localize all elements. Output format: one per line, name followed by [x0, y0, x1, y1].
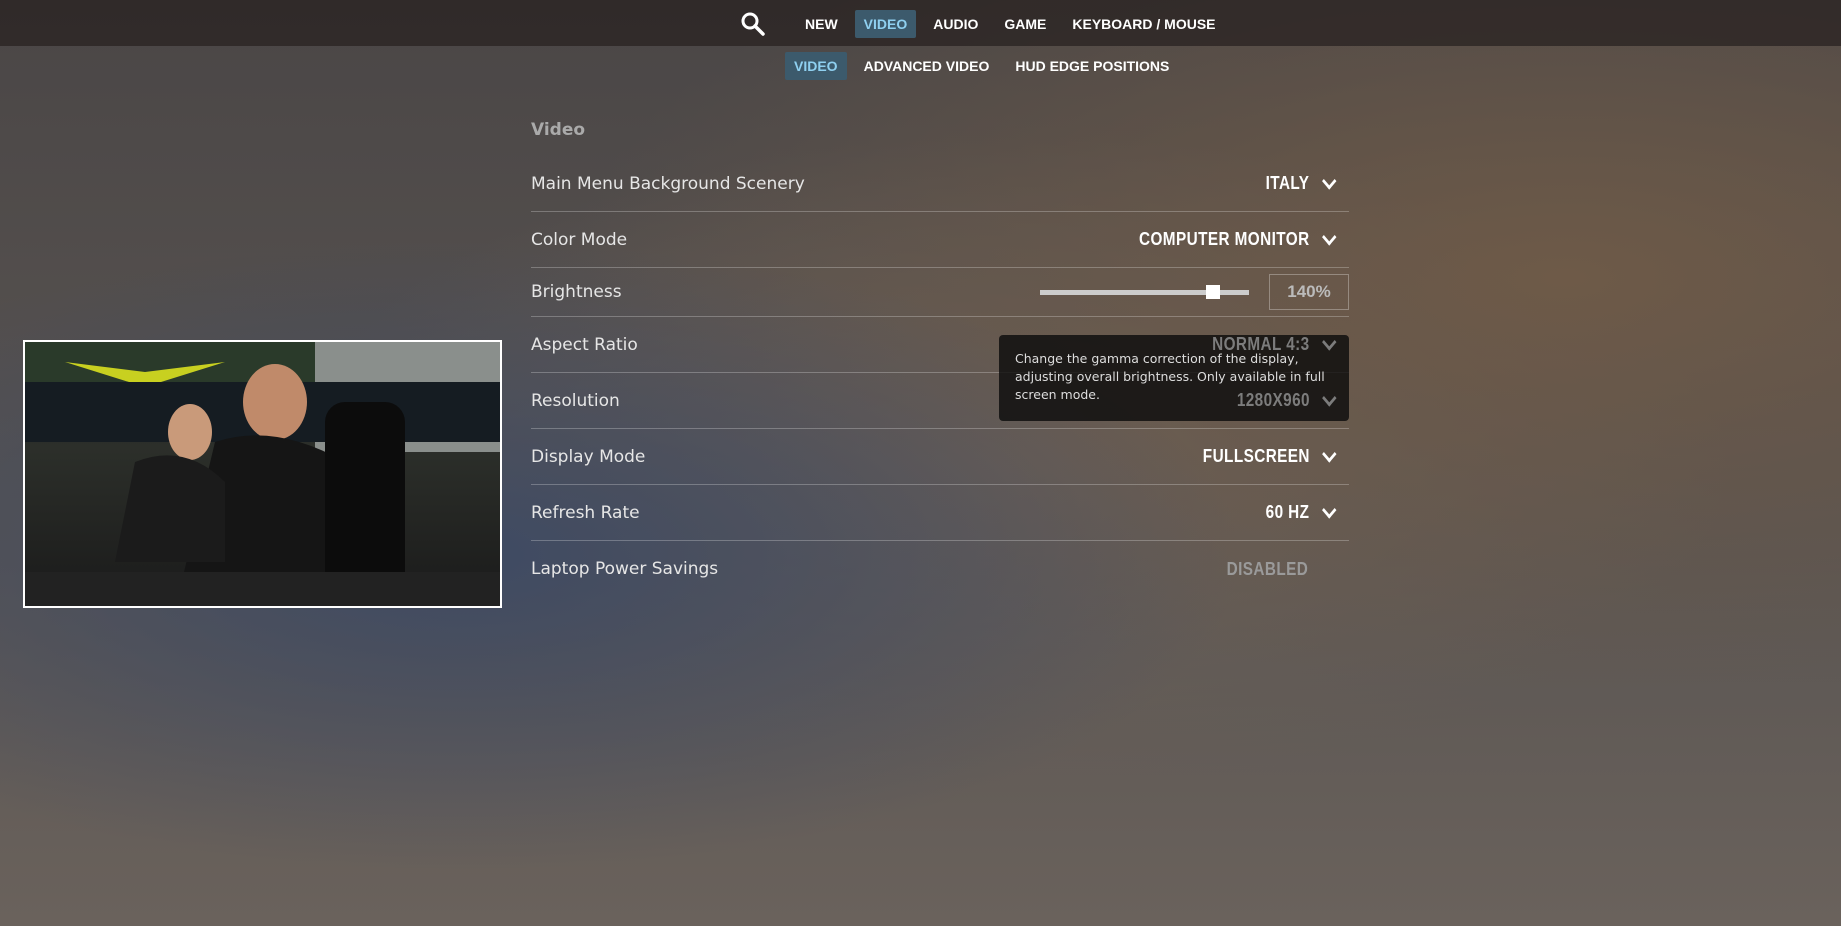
chevron-down-icon — [1322, 389, 1337, 407]
settings-list: Main Menu Background Scenery ITALY Color… — [531, 156, 1349, 597]
dropdown-value: COMPUTER MONITOR — [1139, 229, 1310, 249]
dropdown-value: ITALY — [1266, 173, 1310, 193]
setting-label: Brightness — [531, 282, 622, 302]
disabled-value: DISABLED — [1226, 558, 1309, 579]
setting-label: Aspect Ratio — [531, 334, 638, 355]
setting-refresh-rate[interactable]: Refresh Rate 60 HZ — [531, 485, 1349, 541]
subtab-video[interactable]: VIDEO — [785, 52, 847, 80]
tab-game[interactable]: GAME — [995, 10, 1055, 38]
dropdown[interactable]: FULLSCREEN — [1202, 445, 1349, 467]
chevron-down-icon — [1322, 333, 1337, 351]
setting-label: Display Mode — [531, 446, 646, 467]
setting-aspect-ratio[interactable]: Aspect Ratio NORMAL 4:3 — [531, 317, 1349, 373]
dropdown-value: FULLSCREEN — [1202, 446, 1310, 466]
dropdown[interactable]: 60 HZ — [1266, 501, 1349, 523]
chevron-down-icon — [1322, 445, 1337, 463]
section-title: Video — [531, 120, 586, 140]
sub-tabs: VIDEO ADVANCED VIDEO HUD EDGE POSITIONS — [785, 52, 1178, 80]
setting-color-mode[interactable]: Color Mode COMPUTER MONITOR — [531, 212, 1349, 268]
setting-main-menu-background[interactable]: Main Menu Background Scenery ITALY — [531, 156, 1349, 212]
setting-display-mode[interactable]: Display Mode FULLSCREEN — [531, 429, 1349, 485]
brightness-slider[interactable] — [1040, 284, 1249, 299]
search-icon[interactable] — [740, 11, 770, 37]
setting-brightness: Brightness 140% — [531, 268, 1349, 317]
chevron-down-icon — [1322, 501, 1337, 519]
subtab-hud-edge-positions[interactable]: HUD EDGE POSITIONS — [1006, 52, 1178, 80]
dropdown-value: NORMAL 4:3 — [1212, 334, 1310, 354]
setting-label: Main Menu Background Scenery — [531, 173, 805, 194]
tab-video[interactable]: VIDEO — [854, 10, 917, 38]
dropdown[interactable]: 1280X960 — [1236, 389, 1349, 411]
tab-new[interactable]: NEW — [796, 10, 847, 38]
chevron-down-icon — [1322, 172, 1337, 190]
dropdown-value: 1280X960 — [1236, 390, 1310, 410]
tab-keyboard-mouse[interactable]: KEYBOARD / MOUSE — [1063, 10, 1224, 38]
video-preview — [23, 340, 502, 608]
slider-thumb[interactable] — [1205, 284, 1220, 299]
dropdown-value: 60 HZ — [1266, 502, 1310, 522]
chevron-down-icon — [1322, 228, 1337, 246]
setting-label: Resolution — [531, 390, 620, 411]
setting-label: Laptop Power Savings — [531, 559, 719, 579]
tab-audio[interactable]: AUDIO — [924, 10, 987, 38]
dropdown[interactable]: ITALY — [1266, 172, 1349, 194]
main-tabs: NEW VIDEO AUDIO GAME KEYBOARD / MOUSE — [740, 10, 1225, 38]
subtab-advanced-video[interactable]: ADVANCED VIDEO — [855, 52, 999, 80]
setting-resolution[interactable]: Resolution 1280X960 — [531, 373, 1349, 429]
brightness-value[interactable]: 140% — [1269, 274, 1349, 310]
setting-label: Color Mode — [531, 229, 628, 250]
dropdown[interactable]: NORMAL 4:3 — [1212, 333, 1349, 355]
dropdown[interactable]: COMPUTER MONITOR — [1139, 228, 1349, 250]
setting-laptop-power-savings[interactable]: Laptop Power Savings DISABLED — [531, 541, 1349, 597]
setting-label: Refresh Rate — [531, 502, 640, 523]
